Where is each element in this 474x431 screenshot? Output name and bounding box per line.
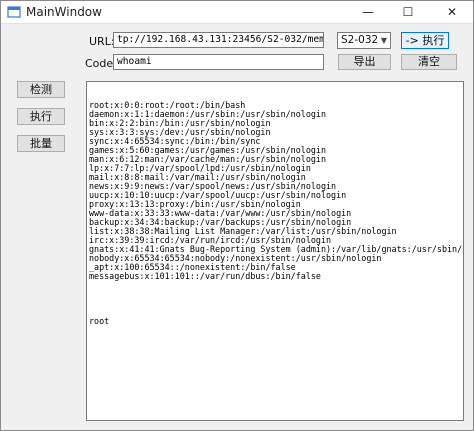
main-window: MainWindow — ☐ ✕ URL: tp://192.168.43.13… [0,0,474,431]
app-window-icon [7,6,21,18]
exec-mode-button[interactable]: 执行 [17,108,65,125]
clear-button[interactable]: 清空 [401,54,457,70]
vuln-select-value: S2-032 [341,34,379,46]
chevron-down-icon: ▼ [380,36,387,45]
export-button[interactable]: 导出 [338,54,391,70]
maximize-button[interactable]: ☐ [393,1,423,23]
url-input[interactable]: tp://192.168.43.131:23456/S2-032/memosho… [113,32,324,48]
url-label: URL: [89,35,115,48]
window-title: MainWindow [26,5,102,19]
batch-button[interactable]: 批量 [17,135,65,152]
execute-button[interactable]: -> 执行 [401,32,449,49]
output-text: root:x:0:0:root:/root:/bin/bash daemon:x… [89,100,463,326]
code-input[interactable]: whoami [113,54,324,70]
detect-button[interactable]: 检测 [17,81,65,98]
close-button[interactable]: ✕ [437,1,467,23]
minimize-button[interactable]: — [353,1,383,23]
output-textarea[interactable]: root:x:0:0:root:/root:/bin/bash daemon:x… [86,81,464,421]
title-bar[interactable]: MainWindow — ☐ ✕ [1,1,473,24]
vuln-select[interactable]: S2-032 ▼ [337,32,391,49]
